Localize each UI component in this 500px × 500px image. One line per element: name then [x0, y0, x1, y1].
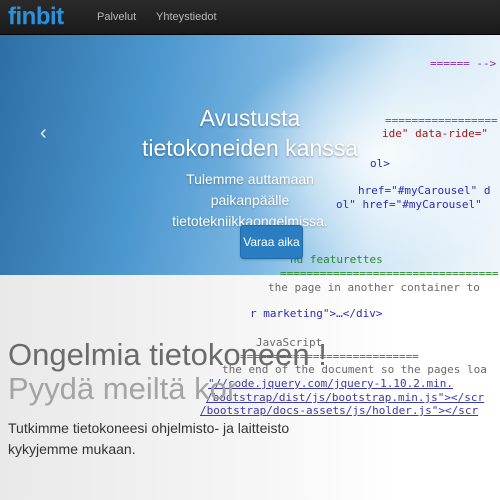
nav-link-palvelut[interactable]: Palvelut	[97, 10, 136, 24]
code-overlay-line: ide" data-ride="	[382, 127, 488, 140]
hero-carousel: ====== --> ================= ide" data-r…	[0, 35, 500, 275]
main-headline-secondary: Pyydä meiltä kor	[8, 371, 238, 406]
nav-link-yhteystiedot[interactable]: Yhteystiedot	[156, 10, 217, 24]
code-overlay-line: nd featurettes	[290, 253, 383, 266]
hero-subtitle: Tulemme auttamaan paikanpäälle tietotekn…	[172, 171, 328, 229]
code-overlay-line: ====== -->	[430, 57, 497, 70]
code-overlay-line: =================	[385, 114, 498, 127]
chevron-left-icon[interactable]: ‹	[40, 121, 47, 145]
navbar: finbit Palvelut Yhteystiedot	[0, 0, 500, 35]
code-overlay-line: ol>	[370, 157, 390, 170]
code-overlay-line: r marketing">…</div>	[250, 307, 383, 320]
brand-logo[interactable]: finbit	[8, 3, 64, 31]
hero-title: Avustusta tietokoneiden kanssa	[141, 105, 359, 161]
code-overlay-line: the page in another container to	[268, 281, 480, 294]
main-headline: Ongelmia tietokoneen !	[8, 337, 327, 372]
code-overlay-line: "//code.jquery.com/jquery-1.10.2.min.	[208, 377, 454, 390]
code-overlay-line: /bootstrap/docs-assets/js/holder.js"></s…	[200, 404, 479, 417]
code-overlay-line: href="#myCarousel" d	[358, 184, 491, 197]
code-overlay-line: ol" href="#myCarousel"	[336, 198, 482, 211]
intro-paragraph: Tutkimme tietokoneesi ohjelmisto- ja lai…	[8, 420, 290, 457]
book-appointment-button[interactable]: Varaa aika	[240, 225, 303, 259]
code-overlay-line: =================================	[280, 267, 499, 280]
code-overlay-line: /bootstrap/dist/js/bootstrap.min.js"></s…	[206, 391, 485, 404]
